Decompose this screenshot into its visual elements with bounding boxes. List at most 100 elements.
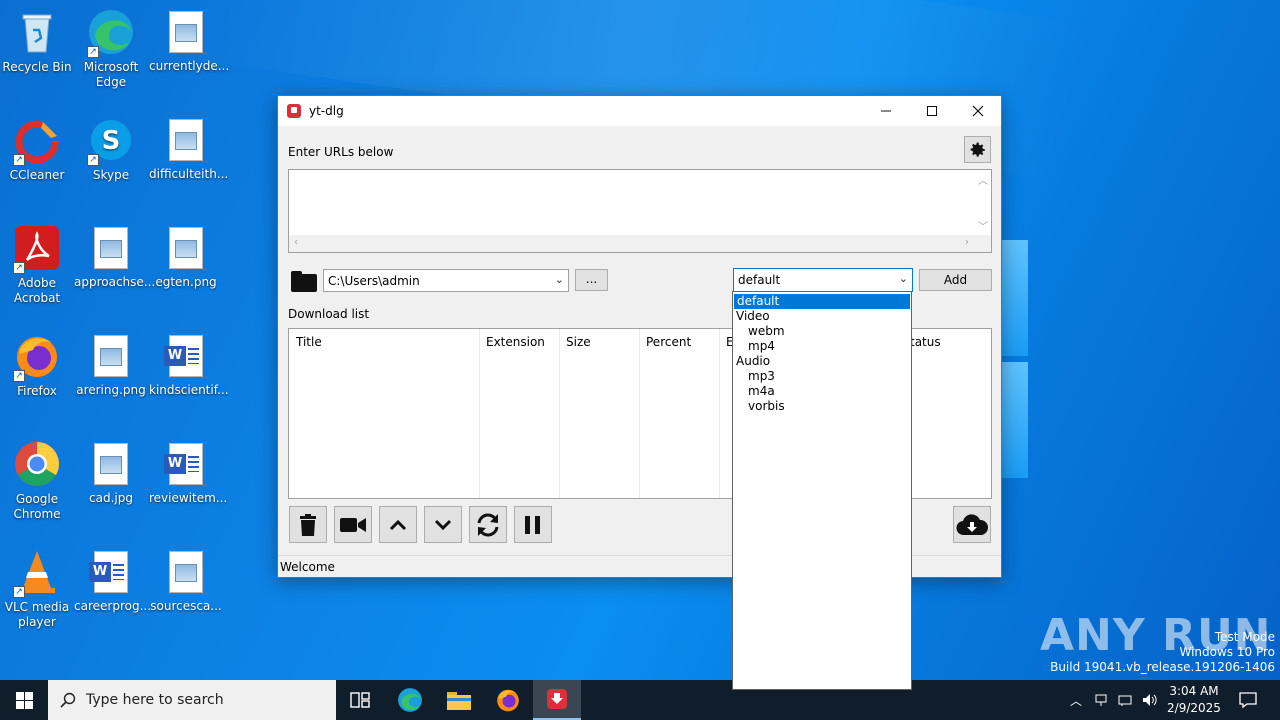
column-status[interactable]: tatus [910,335,941,349]
dropdown-option-mp3[interactable]: mp3 [733,369,911,384]
dropdown-option-m4a[interactable]: m4a [733,384,911,399]
window-titlebar[interactable]: yt-dlg [278,96,1001,126]
clock-time: 3:04 AM [1169,684,1219,698]
dropdown-option-video[interactable]: Video [733,309,911,324]
dropdown-option-default[interactable]: default [733,293,911,310]
format-combo[interactable]: default ⌄ [733,268,913,292]
word-document-icon: W [164,335,203,377]
desktop-icon-currentlyde[interactable]: currentlyde... [149,8,229,74]
download-list-label: Download list [288,307,370,321]
scroll-left-icon[interactable]: ‹ [294,237,298,248]
windows-start-icon [15,691,33,709]
desktop-icon-label: difficulteith... [149,167,229,181]
dropdown-option-mp4[interactable]: mp4 [733,339,911,354]
word-document-icon: W [164,443,203,485]
windows-edition-line: Windows 10 Pro [1179,645,1275,659]
word-document-icon: W [89,551,128,593]
desktop-icon-chrome[interactable]: Google Chrome [0,440,74,522]
desktop-icon-reviewitem[interactable]: W reviewitem... [149,440,227,506]
column-size[interactable]: Size [566,335,591,349]
gear-icon [970,142,985,157]
browse-button[interactable]: ... [575,269,608,291]
desktop-icon-label: VLC media player [4,600,70,629]
desktop-icon-firefox[interactable]: ↗ Firefox [0,332,74,399]
desktop-icon-skype[interactable]: S ↗ Skype [74,116,148,183]
desktop-icon-recycle-bin[interactable]: Recycle Bin [0,8,74,75]
move-down-button[interactable] [424,506,462,543]
system-tray: ︿ [1070,680,1158,720]
ethernet-icon [1118,695,1132,706]
desktop-icon-label: Recycle Bin [2,60,72,74]
open-folder-button[interactable] [289,269,319,293]
chevron-down-icon: ⌄ [898,272,908,285]
play-video-button[interactable] [334,506,372,543]
chevron-up-icon[interactable]: ︿ [1070,692,1082,709]
dropdown-option-webm[interactable]: webm [733,324,911,339]
taskbar-search-box[interactable]: Type here to search [48,680,336,720]
add-button[interactable]: Add [919,269,992,291]
desktop-icon-label: sourcesca... [150,599,222,613]
edge-icon: ↗ [87,8,135,58]
close-button[interactable] [955,96,1001,126]
download-path-value: C:\Users\admin [328,273,420,288]
ccleaner-icon: ↗ [13,116,61,166]
desktop-icon-vlc[interactable]: ↗ VLC media player [0,548,74,630]
delete-button[interactable] [289,506,327,543]
column-title[interactable]: Title [296,335,322,349]
reload-button[interactable] [469,506,507,543]
recycle-bin-icon [13,8,61,56]
dropdown-option-audio[interactable]: Audio [733,354,911,369]
maximize-button[interactable] [909,96,955,126]
desktop-icon-label: egten.png [155,275,217,289]
start-button[interactable] [0,680,48,720]
taskbar-file-explorer[interactable] [435,680,483,720]
chevron-up-icon [389,519,407,530]
desktop-icon-sourcesca[interactable]: sourcesca... [149,548,223,614]
desktop-icon-cad[interactable]: cad.jpg [74,440,148,506]
column-extension[interactable]: Extension [486,335,545,349]
desktop-icon-kindscientif[interactable]: W kindscientif... [149,332,229,398]
task-view-icon [350,692,370,708]
pause-button[interactable] [514,506,552,543]
notification-icon [1239,692,1257,708]
format-dropdown-list[interactable]: default Video webm mp4 Audio mp3 m4a vor… [732,291,912,690]
download-button[interactable] [953,506,991,543]
pause-icon [525,515,540,534]
firefox-icon [497,689,519,712]
windows-logo-wallpaper [1000,240,1030,480]
taskbar-firefox[interactable] [484,680,532,720]
action-center-button[interactable] [1228,680,1268,720]
task-view-button[interactable] [336,680,384,720]
taskbar-edge[interactable] [386,680,434,720]
taskbar-yt-dlg[interactable] [533,680,581,720]
column-percent[interactable]: Percent [646,335,691,349]
chevron-down-icon [434,519,452,530]
desktop-icon-acrobat[interactable]: ↗ Adobe Acrobat [0,224,74,306]
network-tray-icon [1095,694,1107,706]
scroll-down-icon[interactable]: ﹀ [978,218,988,233]
desktop-icon-ccleaner[interactable]: ↗ CCleaner [0,116,74,183]
desktop-icon-approachse[interactable]: approachse... [74,224,155,290]
url-textarea[interactable]: ︿ ﹀ ‹ › [288,169,992,253]
minimize-button[interactable] [863,96,909,126]
scroll-up-icon[interactable]: ︿ [978,172,988,187]
desktop-icon-arering[interactable]: arering.png [74,332,148,398]
desktop-icon-edge[interactable]: ↗ Microsoft Edge [74,8,148,90]
scroll-right-icon[interactable]: › [965,237,969,248]
desktop-icon-difficulteith[interactable]: difficulteith... [149,116,228,182]
folder-icon [447,692,471,710]
desktop-icon-egten[interactable]: egten.png [149,224,223,290]
format-value: default [738,273,781,287]
settings-button[interactable] [964,136,991,163]
yt-dlg-app-icon [287,104,301,118]
download-path-combo[interactable]: C:\Users\admin ⌄ [323,269,569,292]
search-icon [60,692,76,708]
url-vertical-scrollbar[interactable]: ︿ ﹀ [974,170,991,236]
url-horizontal-scrollbar[interactable]: ‹ › [289,235,991,252]
taskbar-clock[interactable]: 3:04 AM 2/9/2025 [1160,683,1228,717]
vlc-icon: ↗ [13,548,61,598]
dropdown-option-vorbis[interactable]: vorbis [733,399,911,414]
chevron-down-icon: ⌄ [554,273,564,286]
desktop-icon-careerprog[interactable]: W careerprog... [74,548,151,614]
move-up-button[interactable] [379,506,417,543]
